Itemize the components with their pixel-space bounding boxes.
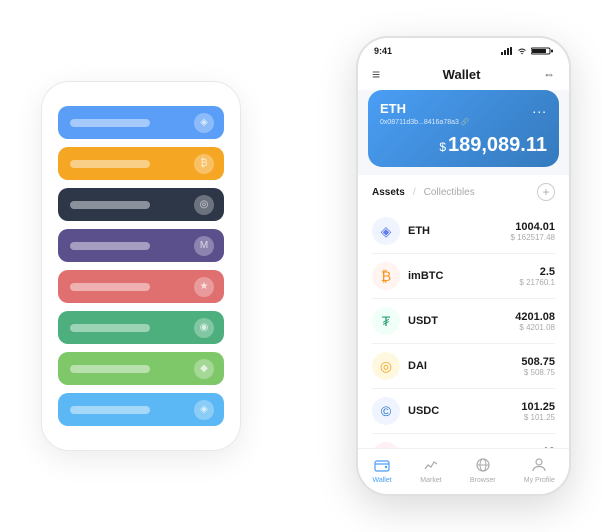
card-label <box>70 365 150 373</box>
usdc-icon: © <box>372 397 400 425</box>
profile-nav-icon <box>529 455 549 475</box>
tab-divider: / <box>413 187 416 198</box>
asset-list: ◈ ETH 1004.01 $ 162517.48 ₿ imBTC 2.5 $ … <box>358 209 569 448</box>
card-label <box>70 201 150 209</box>
eth-card-menu[interactable]: ... <box>532 100 547 116</box>
asset-amounts-usdt: 4201.08 $ 4201.08 <box>515 311 555 332</box>
battery-icon <box>531 47 553 55</box>
card-icon: ◎ <box>194 195 214 215</box>
eth-card-balance: $189,089.11 <box>380 134 547 157</box>
asset-usd-usdt: $ 4201.08 <box>515 323 555 332</box>
browser-nav-icon <box>473 455 493 475</box>
asset-name-dai: DAI <box>408 360 521 372</box>
asset-amounts-eth: 1004.01 $ 162517.48 <box>511 221 556 242</box>
asset-row-usdc[interactable]: © USDC 101.25 $ 101.25 <box>372 389 555 434</box>
eth-card-address: 0x08711d3b...8416a78a3 🔗 <box>380 118 547 126</box>
list-item[interactable]: ◎ <box>58 188 224 221</box>
list-item[interactable]: ◈ <box>58 106 224 139</box>
asset-amounts-imbtc: 2.5 $ 21760.1 <box>519 266 555 287</box>
imbtc-icon: ₿ <box>372 262 400 290</box>
asset-amounts-dai: 508.75 $ 508.75 <box>521 356 555 377</box>
dollar-sign: $ <box>439 140 446 154</box>
asset-name-usdc: USDC <box>408 405 521 417</box>
asset-name-eth: ETH <box>408 225 511 237</box>
nav-label-wallet: Wallet <box>372 477 391 484</box>
card-icon: ★ <box>194 277 214 297</box>
card-label <box>70 242 150 250</box>
nav-label-browser: Browser <box>470 477 496 484</box>
assets-tabs: Assets / Collectibles <box>372 187 475 198</box>
asset-usd-eth: $ 162517.48 <box>511 233 556 242</box>
scene: ◈ ₿ ◎ M ★ ◉ ◆ ◈ <box>21 11 581 521</box>
eth-card-header: ETH ... <box>380 100 547 116</box>
wifi-icon <box>516 47 528 55</box>
page-title: Wallet <box>443 67 481 82</box>
asset-row-usdt[interactable]: ₮ USDT 4201.08 $ 4201.08 <box>372 299 555 344</box>
asset-row-tft[interactable]: 🌿 TFT 13 0 <box>372 434 555 448</box>
nav-label-market: Market <box>420 477 441 484</box>
list-item[interactable]: ◈ <box>58 393 224 426</box>
card-label <box>70 283 150 291</box>
tab-collectibles[interactable]: Collectibles <box>424 187 475 198</box>
card-label <box>70 324 150 332</box>
status-bar: 9:41 <box>358 38 569 60</box>
time-label: 9:41 <box>374 46 392 56</box>
nav-item-profile[interactable]: My Profile <box>524 455 555 484</box>
wallet-nav-icon <box>372 455 392 475</box>
add-asset-button[interactable]: + <box>537 183 555 201</box>
dai-icon: ◎ <box>372 352 400 380</box>
list-item[interactable]: ◆ <box>58 352 224 385</box>
assets-header: Assets / Collectibles + <box>358 175 569 209</box>
nav-item-market[interactable]: Market <box>420 455 441 484</box>
asset-name-usdt: USDT <box>408 315 515 327</box>
foreground-phone: 9:41 <box>356 36 571 496</box>
asset-amount-eth: 1004.01 <box>511 221 556 233</box>
asset-amount-usdc: 101.25 <box>521 401 555 413</box>
signal-icon <box>501 47 513 55</box>
list-item[interactable]: ₿ <box>58 147 224 180</box>
menu-icon[interactable]: ≡ <box>372 66 380 82</box>
eth-card[interactable]: ETH ... 0x08711d3b...8416a78a3 🔗 $189,08… <box>368 90 559 167</box>
usdt-icon: ₮ <box>372 307 400 335</box>
card-label <box>70 406 150 414</box>
card-icon: M <box>194 236 214 256</box>
eth-card-name: ETH <box>380 101 406 116</box>
card-label <box>70 119 150 127</box>
phone-header: ≡ Wallet ⇔ <box>358 60 569 90</box>
asset-usd-imbtc: $ 21760.1 <box>519 278 555 287</box>
asset-name-imbtc: imBTC <box>408 270 519 282</box>
card-label <box>70 160 150 168</box>
nav-label-profile: My Profile <box>524 477 555 484</box>
nav-item-browser[interactable]: Browser <box>470 455 496 484</box>
nav-item-wallet[interactable]: Wallet <box>372 455 392 484</box>
background-phone: ◈ ₿ ◎ M ★ ◉ ◆ ◈ <box>41 81 241 451</box>
asset-amount-dai: 508.75 <box>521 356 555 368</box>
list-item[interactable]: M <box>58 229 224 262</box>
asset-amount-imbtc: 2.5 <box>519 266 555 278</box>
bottom-nav: Wallet Market Browser <box>358 448 569 494</box>
asset-usd-usdc: $ 101.25 <box>521 413 555 422</box>
list-item[interactable]: ★ <box>58 270 224 303</box>
asset-amount-usdt: 4201.08 <box>515 311 555 323</box>
card-icon: ◉ <box>194 318 214 338</box>
card-icon: ₿ <box>194 154 214 174</box>
status-icons <box>501 47 553 55</box>
list-item[interactable]: ◉ <box>58 311 224 344</box>
tab-assets[interactable]: Assets <box>372 187 405 198</box>
asset-row-eth[interactable]: ◈ ETH 1004.01 $ 162517.48 <box>372 209 555 254</box>
card-icon: ◆ <box>194 359 214 379</box>
asset-row-imbtc[interactable]: ₿ imBTC 2.5 $ 21760.1 <box>372 254 555 299</box>
expand-icon[interactable]: ⇔ <box>543 67 555 81</box>
card-icon: ◈ <box>194 113 214 133</box>
asset-usd-dai: $ 508.75 <box>521 368 555 377</box>
market-nav-icon <box>421 455 441 475</box>
card-icon: ◈ <box>194 400 214 420</box>
asset-row-dai[interactable]: ◎ DAI 508.75 $ 508.75 <box>372 344 555 389</box>
asset-amounts-usdc: 101.25 $ 101.25 <box>521 401 555 422</box>
eth-icon: ◈ <box>372 217 400 245</box>
